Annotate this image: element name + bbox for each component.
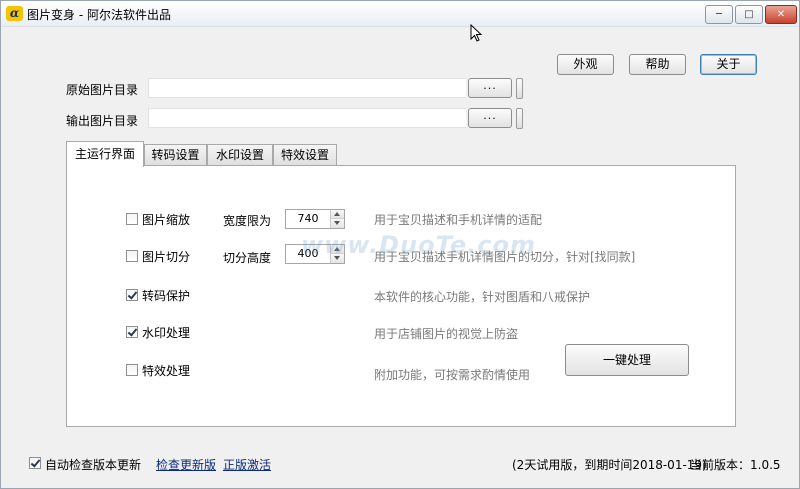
help-button[interactable]: 帮助 (629, 54, 686, 75)
width-limit-stepper[interactable]: 740 (285, 209, 345, 229)
site-watermark: www.DuoTe.com (301, 231, 536, 259)
main-window: α 图片变身 - 阿尔法软件出品 ─ □ ✕ 外观 帮助 关于 原始图片目录 .… (0, 0, 800, 489)
trial-status: (2天试用版，到期时间2018-01-19) (512, 458, 707, 472)
effects-label: 特效处理 (142, 364, 191, 378)
tab-watermark[interactable]: 水印设置 (207, 144, 273, 166)
activate-link[interactable]: 正版激活 (223, 456, 271, 473)
check-update-link[interactable]: 检查更新版 (156, 456, 216, 473)
transcode-description: 本软件的核心功能，针对图盾和八戒保护 (374, 290, 591, 304)
transcode-checkbox[interactable] (126, 289, 138, 301)
tab-transcode[interactable]: 转码设置 (144, 144, 207, 166)
title-bar[interactable]: α 图片变身 - 阿尔法软件出品 ─ □ ✕ (1, 1, 799, 27)
output-dir-label: 输出图片目录 (66, 114, 139, 128)
source-dir-input[interactable] (148, 78, 466, 98)
output-browse-button[interactable]: ... (468, 108, 512, 128)
width-limit-arrows (330, 210, 344, 228)
transcode-label: 转码保护 (142, 289, 191, 303)
source-browse-button[interactable]: ... (468, 78, 512, 98)
split-label: 图片切分 (142, 250, 191, 264)
minimize-button[interactable]: ─ (705, 5, 733, 24)
maximize-icon: □ (744, 9, 754, 20)
tab-main[interactable]: 主运行界面 (66, 141, 144, 167)
window-title: 图片变身 - 阿尔法软件出品 (27, 8, 171, 22)
resize-checkbox[interactable] (126, 213, 138, 225)
version-label: 当前版本：1.0.5 (690, 458, 781, 472)
output-dir-input[interactable] (148, 108, 466, 128)
effects-description: 附加功能，可按需求酌情使用 (374, 368, 531, 382)
spin-down-icon[interactable] (331, 219, 344, 228)
auto-update-label: 自动检查版本更新 (45, 458, 142, 472)
source-dir-label: 原始图片目录 (66, 83, 139, 97)
split-checkbox[interactable] (126, 250, 138, 262)
close-icon: ✕ (776, 9, 786, 20)
watermark-label: 水印处理 (142, 326, 191, 340)
close-button[interactable]: ✕ (765, 5, 797, 24)
effects-checkbox[interactable] (126, 364, 138, 376)
auto-update-checkbox[interactable] (29, 457, 41, 469)
resize-label: 图片缩放 (142, 213, 191, 227)
maximize-button[interactable]: □ (735, 5, 763, 24)
source-dir-handle[interactable] (516, 78, 523, 99)
resize-description: 用于宝贝描述和手机详情的适配 (374, 213, 543, 227)
width-limit-label: 宽度限为 (223, 214, 272, 228)
appearance-button[interactable]: 外观 (557, 54, 614, 75)
about-button[interactable]: 关于 (700, 54, 757, 75)
width-limit-value[interactable]: 740 (286, 210, 330, 228)
split-height-label: 切分高度 (223, 251, 272, 265)
watermark-description: 用于店铺图片的视觉上防盗 (374, 327, 519, 341)
tab-effects[interactable]: 特效设置 (273, 144, 337, 166)
minimize-icon: ─ (715, 9, 723, 20)
app-alpha-icon: α (6, 6, 23, 21)
watermark-checkbox[interactable] (126, 326, 138, 338)
output-dir-handle[interactable] (516, 108, 523, 129)
one-click-process-button[interactable]: 一键处理 (565, 344, 689, 376)
spin-up-icon[interactable] (331, 210, 344, 219)
